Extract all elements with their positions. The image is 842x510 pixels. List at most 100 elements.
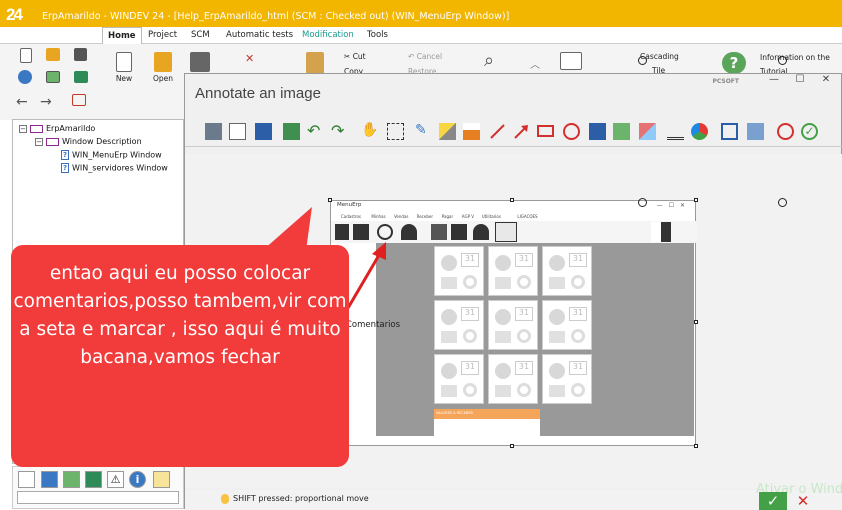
open-folder-icon[interactable] [46, 48, 60, 63]
window-layout-icon[interactable] [560, 52, 582, 72]
rotate-handle[interactable] [638, 198, 647, 207]
ok-button[interactable]: ✓ [759, 492, 787, 510]
tree-node-win-servidores[interactable]: ? WIN_servidores Window [61, 163, 168, 173]
tab-scm[interactable]: SCM [186, 27, 215, 44]
grid-icon[interactable] [74, 71, 88, 85]
open-button[interactable]: Open [148, 52, 178, 83]
select-rect-icon[interactable] [387, 123, 404, 140]
resize-handle[interactable] [510, 198, 514, 202]
ellipse-icon[interactable] [563, 123, 580, 140]
save-big-icon[interactable] [190, 52, 210, 74]
tab-home[interactable]: Home [102, 27, 142, 44]
new-file-icon[interactable] [20, 48, 32, 65]
output-field[interactable] [17, 491, 179, 504]
info-icon[interactable]: i [129, 471, 146, 488]
pen-icon[interactable]: ✎ [415, 123, 432, 140]
warning-icon[interactable]: ⚠ [107, 471, 124, 488]
bottom-panel-toolbar: ⚠ i [12, 466, 184, 509]
validate-icon[interactable]: ✓ [801, 123, 818, 140]
close-icon[interactable]: ✕ [813, 74, 839, 88]
tab-modification[interactable]: Modification [297, 27, 359, 44]
receivables-panel: VALORES A RECEBER [434, 409, 540, 439]
redo-icon[interactable]: ↷ [331, 123, 348, 140]
print-icon[interactable] [205, 123, 222, 140]
highlighter-icon[interactable] [439, 123, 456, 140]
grid-icon[interactable] [63, 471, 80, 488]
user-icon [473, 224, 489, 240]
resize-handle[interactable] [328, 198, 332, 202]
copy-icon[interactable] [229, 123, 246, 140]
close-window-icon[interactable]: ✕ [245, 52, 254, 65]
resize-handle[interactable] [510, 444, 514, 448]
image-window-controls: —☐✕ [656, 202, 691, 209]
image-menu-item: Cadastros [341, 214, 361, 219]
cut-button[interactable]: ✂ Cut [344, 52, 366, 61]
annotation-toolbar: ↶ ↷ ✋ ✎ ✓ [185, 114, 842, 147]
list-icon[interactable] [153, 471, 170, 488]
close-button[interactable]: ✕ [793, 492, 813, 510]
tab-automatic-tests[interactable]: Automatic tests [221, 27, 298, 44]
collapse-icon[interactable]: − [35, 137, 43, 146]
image-menu-bar: Cadastros Minhas Vendas Receber Pagar AGP V Ut… [331, 213, 697, 221]
tree-node-win-menuerp[interactable]: ? WIN_MenuErp Window [61, 150, 162, 160]
help-icon[interactable]: ? [722, 52, 746, 74]
search-icon[interactable]: ⌕ [484, 50, 494, 71]
minimize-icon[interactable]: — [761, 74, 787, 88]
tab-tools[interactable]: Tools [362, 27, 393, 44]
rotate-handle[interactable] [778, 56, 787, 65]
hand-icon[interactable]: ✋ [361, 123, 378, 140]
tree-node-label: WIN_MenuErp Window [72, 150, 162, 160]
image-tile: 31 [488, 354, 538, 404]
tab-project[interactable]: Project [143, 27, 182, 44]
resize-icon[interactable] [747, 123, 764, 140]
resize-handle[interactable] [694, 198, 698, 202]
color-picker-icon[interactable] [691, 123, 708, 140]
arrow-annotation[interactable] [340, 236, 400, 316]
eraser-icon[interactable] [639, 123, 656, 140]
undo-icon[interactable]: ↶ [307, 123, 324, 140]
image-menu-item: Utilitarios [481, 214, 501, 219]
network-icon [431, 224, 447, 240]
window-icon[interactable] [46, 71, 60, 85]
collapse-icon[interactable]: − [19, 124, 27, 133]
tool-icon[interactable] [18, 471, 35, 488]
save-icon[interactable] [255, 123, 272, 140]
text-box-icon[interactable] [589, 123, 606, 140]
status-icon[interactable] [85, 471, 102, 488]
arrow-icon[interactable] [513, 123, 530, 140]
cancel-icon[interactable] [777, 123, 794, 140]
line-width-icon[interactable] [667, 123, 684, 140]
information-button[interactable]: Information on the [760, 53, 830, 62]
back-arrow-icon[interactable]: ← [16, 94, 28, 110]
tree-node-window-description[interactable]: − Window Description [35, 137, 142, 146]
folder-icon [46, 137, 59, 146]
undo-icon: ↶ [408, 52, 415, 61]
rotate-handle[interactable] [778, 198, 787, 207]
maximize-icon[interactable]: ☐ [787, 74, 813, 88]
rectangle-icon[interactable] [537, 125, 554, 137]
tree-node-label: ErpAmarildo [46, 124, 96, 133]
resize-handle[interactable] [694, 320, 698, 324]
export-icon[interactable] [283, 123, 300, 140]
rotate-handle[interactable] [638, 56, 647, 65]
new-document-icon [116, 52, 132, 72]
save-icon[interactable] [74, 48, 87, 63]
image-icon[interactable] [41, 471, 58, 488]
crop-icon[interactable] [721, 123, 738, 140]
cancel-label: Cancel [416, 52, 443, 61]
gear-icon[interactable] [18, 70, 32, 86]
fill-icon[interactable] [463, 123, 480, 140]
chevron-up-icon[interactable]: ︿ [530, 56, 540, 71]
image-tile: 31 [488, 246, 538, 296]
comment-text-annotation[interactable]: Comentarios [346, 320, 400, 330]
layout-icon[interactable] [72, 94, 86, 108]
image-tile: 31 [434, 354, 484, 404]
tree-node-project[interactable]: − ErpAmarildo [19, 124, 95, 133]
resize-handle[interactable] [694, 444, 698, 448]
insert-image-icon[interactable] [613, 123, 630, 140]
line-icon[interactable] [489, 123, 506, 140]
cancel-button[interactable]: ↶ Cancel [408, 52, 442, 61]
image-tile: 31 [488, 300, 538, 350]
forward-arrow-icon[interactable]: → [40, 94, 52, 110]
new-button[interactable]: New [110, 52, 138, 83]
